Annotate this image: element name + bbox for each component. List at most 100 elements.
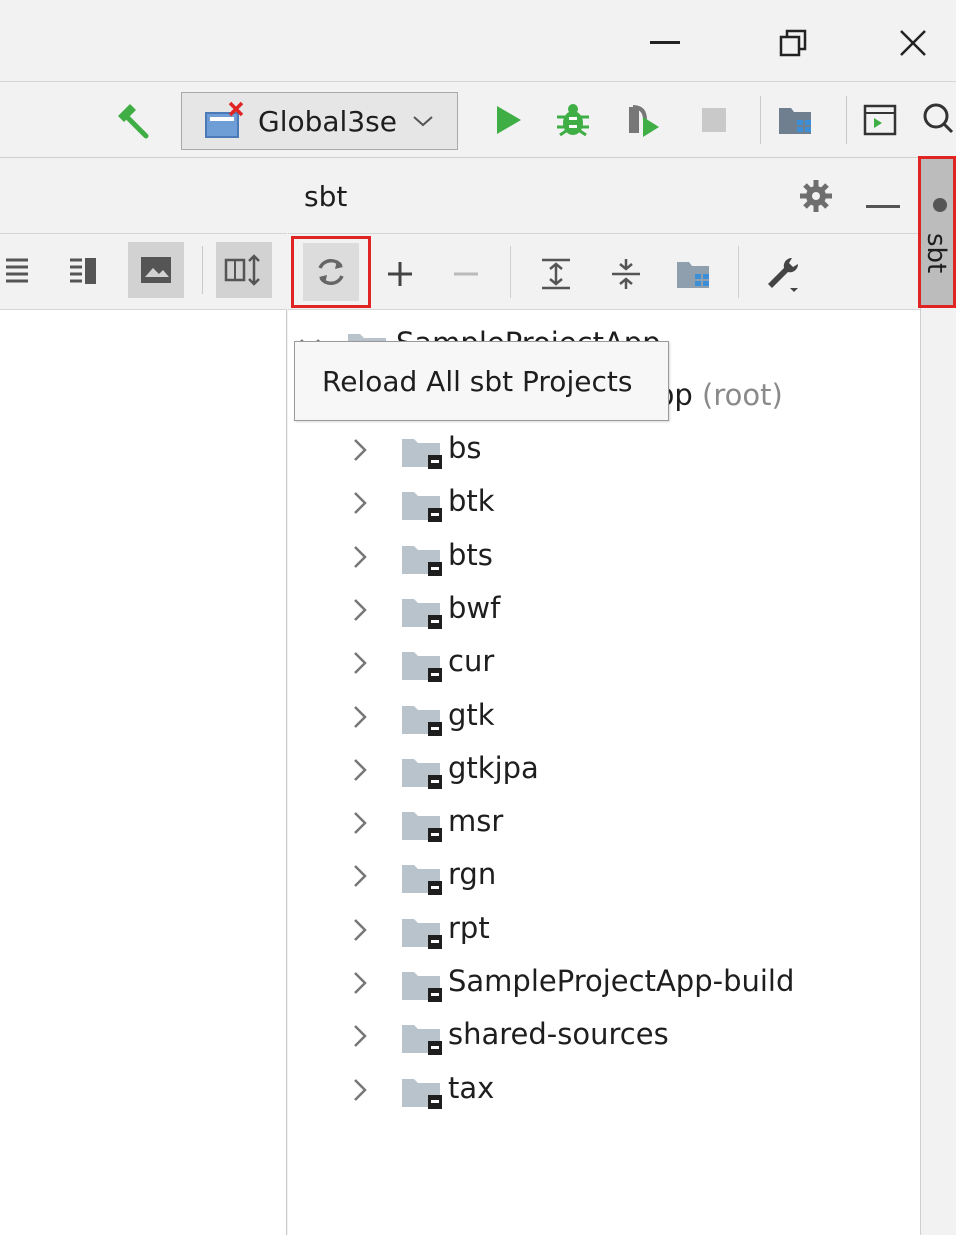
list-icon	[6, 258, 28, 283]
module-name: btk	[448, 484, 495, 519]
toolbar-separator	[760, 96, 761, 144]
chevron-right-icon[interactable]	[348, 861, 372, 891]
main-toolbar: Global3se	[0, 82, 956, 158]
run-config-icon	[205, 101, 244, 138]
settings-button[interactable]	[798, 178, 834, 214]
expand-all-icon	[542, 258, 570, 290]
chevron-down-icon	[413, 116, 433, 127]
chevron-right-icon[interactable]	[348, 488, 372, 518]
tree-module-row[interactable]: tax	[288, 1065, 920, 1118]
module-name: shared-sources	[448, 1017, 669, 1052]
module-name: gtk	[448, 697, 495, 732]
stop-button[interactable]	[694, 100, 734, 140]
sbt-module-folder-icon	[402, 1078, 442, 1109]
hammer-icon	[118, 104, 149, 139]
close-button[interactable]	[888, 18, 938, 68]
hide-panel-button[interactable]	[866, 194, 900, 213]
module-name: bs	[448, 431, 482, 465]
refresh-icon	[318, 258, 344, 286]
coverage-icon	[629, 105, 659, 137]
sbt-tool-window-tab[interactable]: sbt	[918, 156, 956, 308]
debug-icon	[557, 104, 589, 137]
tooltip-text: Reload All sbt Projects	[322, 364, 633, 398]
root-project-name-tail: pp (root)	[656, 378, 783, 412]
chevron-right-icon[interactable]	[348, 595, 372, 625]
module-name: tax	[448, 1070, 495, 1105]
chevron-right-icon[interactable]	[348, 755, 372, 785]
collapse-all-button[interactable]	[602, 250, 650, 298]
minimize-button[interactable]	[640, 18, 690, 68]
tree-module-row[interactable]: rpt	[288, 905, 920, 958]
sbt-tool-window: sbt pp (root) bs btk bts bwf cur gtk gtk…	[288, 158, 920, 1235]
stop-icon	[702, 108, 726, 132]
tree-module-row[interactable]: shared-sources	[288, 1011, 920, 1064]
scroll-sync-button[interactable]	[216, 242, 272, 298]
plus-icon	[388, 262, 412, 286]
restore-icon	[779, 29, 807, 57]
chevron-right-icon[interactable]	[348, 1075, 372, 1105]
build-tool-settings-button[interactable]	[758, 250, 806, 298]
split-view-button[interactable]	[70, 254, 98, 292]
expand-all-button[interactable]	[532, 250, 580, 298]
module-name: rpt	[448, 910, 490, 945]
toolbar-separator	[738, 246, 739, 298]
sbt-module-folder-icon	[402, 492, 442, 523]
chevron-right-icon[interactable]	[348, 435, 372, 465]
tree-module-row[interactable]: gtk	[288, 692, 920, 745]
debug-button[interactable]	[553, 100, 593, 140]
tree-module-row[interactable]: SampleProjectApp-build	[288, 958, 920, 1011]
image-preview-icon	[141, 257, 171, 283]
sbt-panel-toolbar	[288, 234, 920, 310]
search-button[interactable]	[918, 100, 956, 140]
root-label: (root)	[702, 378, 783, 412]
sbt-module-folder-icon	[402, 865, 442, 896]
sbt-module-folder-icon	[402, 652, 442, 683]
chevron-right-icon[interactable]	[348, 648, 372, 678]
project-structure-icon	[779, 108, 811, 134]
tree-module-row[interactable]: gtkjpa	[288, 745, 920, 798]
restore-button[interactable]	[768, 18, 818, 68]
link-sbt-project-button[interactable]	[376, 250, 424, 298]
reload-all-sbt-projects-button[interactable]	[291, 236, 371, 308]
sbt-icon	[933, 198, 947, 212]
run-button[interactable]	[488, 100, 528, 140]
chevron-right-icon[interactable]	[348, 808, 372, 838]
tree-module-row[interactable]: bwf	[288, 585, 920, 638]
module-name: rgn	[448, 857, 497, 892]
terminal-button[interactable]	[860, 100, 900, 140]
tree-module-row[interactable]: rgn	[288, 851, 920, 904]
sbt-module-folder-icon	[402, 812, 442, 843]
module-name: cur	[448, 644, 495, 679]
chevron-right-icon[interactable]	[348, 1021, 372, 1051]
chevron-right-icon[interactable]	[348, 542, 372, 572]
search-icon	[923, 103, 954, 134]
build-button[interactable]	[112, 100, 152, 140]
close-icon	[900, 30, 926, 56]
tree-module-row[interactable]: bs	[288, 425, 920, 478]
wrench-icon	[768, 257, 799, 292]
tree-module-row[interactable]: bts	[288, 532, 920, 585]
tree-module-row[interactable]: cur	[288, 638, 920, 691]
list-view-button[interactable]	[6, 254, 32, 292]
chevron-right-icon[interactable]	[348, 915, 372, 945]
tree-module-row[interactable]: msr	[288, 798, 920, 851]
chevron-right-icon[interactable]	[348, 702, 372, 732]
module-name: bts	[448, 537, 493, 572]
preview-view-button[interactable]	[128, 242, 184, 298]
sbt-module-folder-icon	[402, 598, 442, 629]
project-structure-button[interactable]	[776, 100, 816, 140]
project-structure-button[interactable]	[670, 250, 718, 298]
terminal-icon	[863, 104, 897, 136]
title-bar	[0, 0, 956, 82]
minimize-icon	[866, 205, 900, 208]
chevron-right-icon[interactable]	[348, 968, 372, 998]
tree-module-row[interactable]: btk	[288, 478, 920, 531]
run-with-coverage-button[interactable]	[622, 100, 662, 140]
sbt-project-tree: SampleProjectApp pp (root) bsbtkbtsbwfcu…	[288, 310, 920, 1235]
left-panel-header	[0, 158, 287, 234]
toolbar-separator	[202, 246, 203, 294]
sbt-module-folder-icon	[402, 705, 442, 736]
run-configuration-dropdown[interactable]: Global3se	[181, 92, 458, 150]
left-panel-toolbar	[0, 234, 287, 310]
right-tool-window-strip	[920, 158, 956, 1235]
